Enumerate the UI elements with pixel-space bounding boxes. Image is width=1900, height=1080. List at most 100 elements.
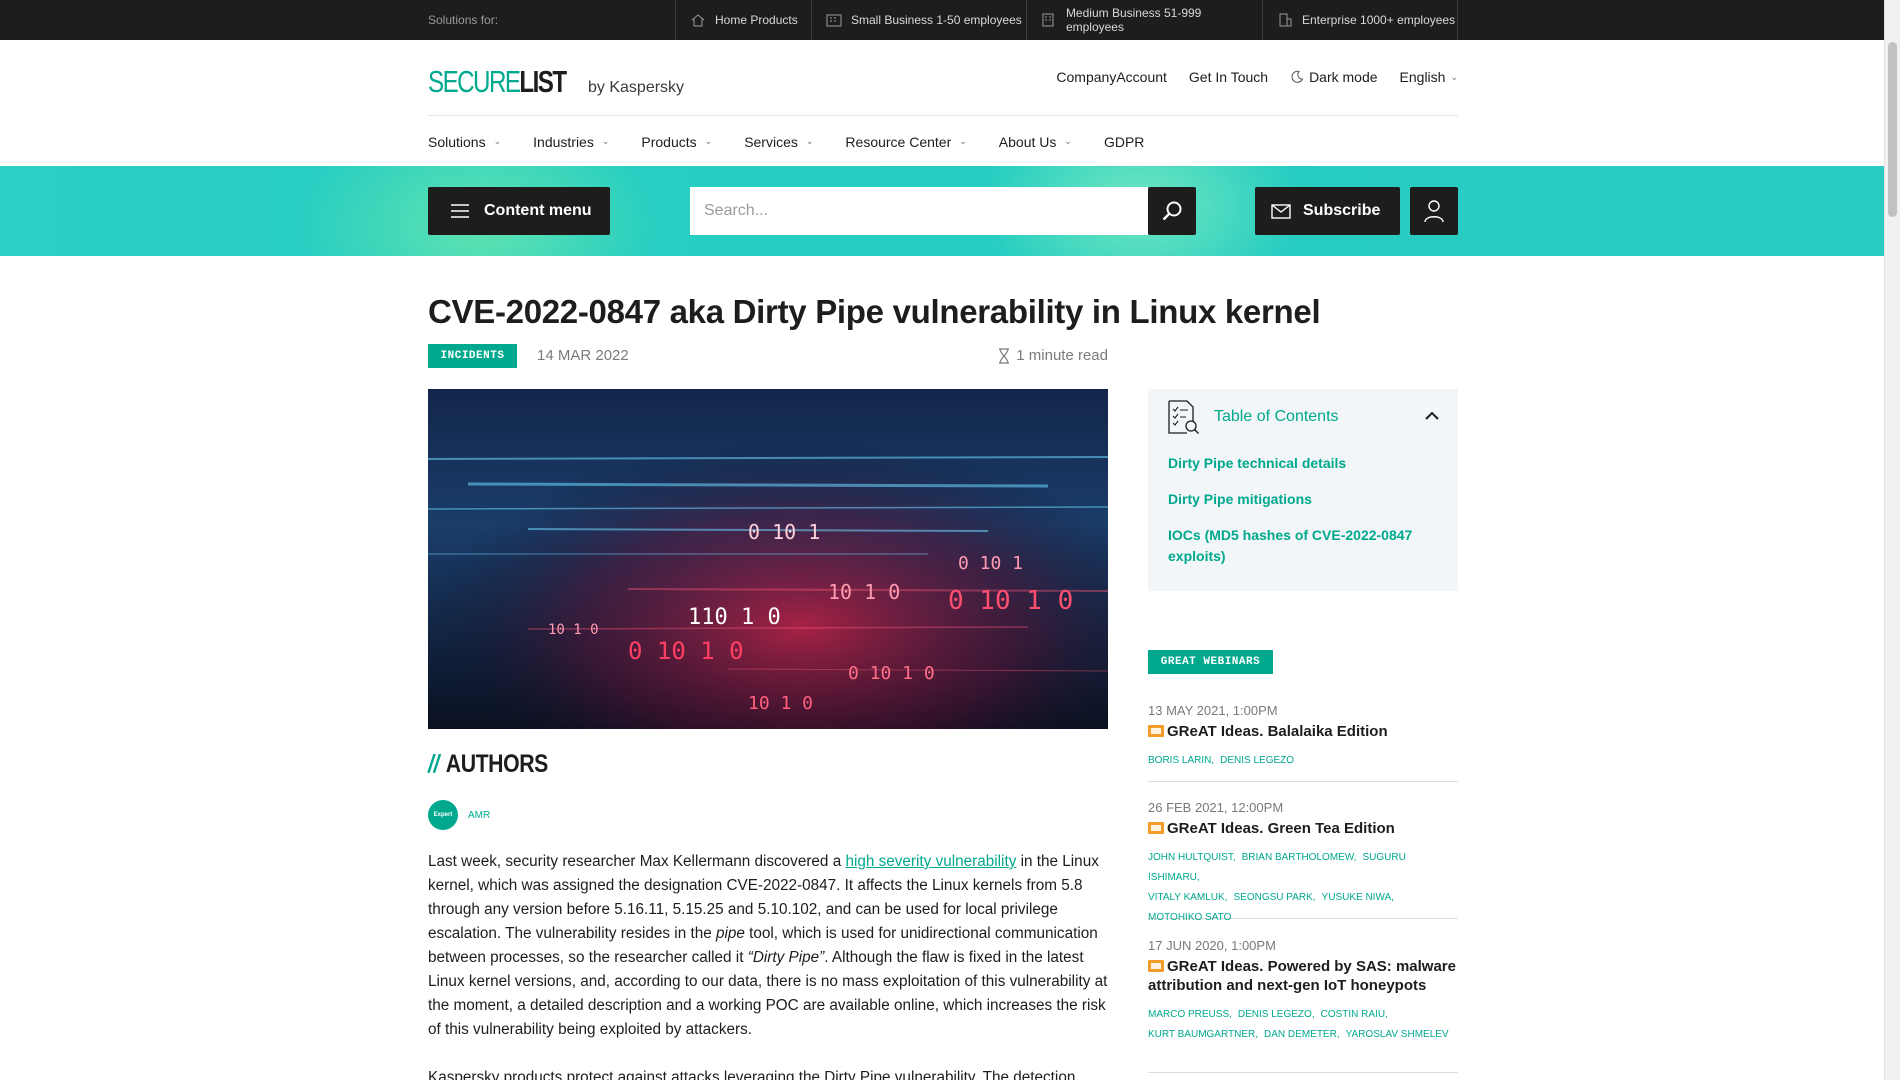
authors-slashes: // <box>428 750 439 778</box>
webinar-title[interactable]: GReAT Ideas. Powered by SAS: malware att… <box>1148 957 1458 995</box>
toc-item-iocs[interactable]: IOCs (MD5 hashes of CVE-2022-0847 exploi… <box>1168 525 1438 567</box>
video-icon <box>1148 725 1164 737</box>
chevron-up-icon[interactable] <box>1424 411 1440 421</box>
logo-by-kaspersky: by Kaspersky <box>588 79 685 96</box>
webinar-item: 17 JUN 2020, 1:00PM GReAT Ideas. Powered… <box>1148 938 1458 1073</box>
content-menu-button[interactable]: Content menu <box>428 187 610 235</box>
enterprise-icon <box>1279 13 1292 27</box>
article-paragraph: Kaspersky products protect against attac… <box>428 1069 1076 1080</box>
language-selector[interactable]: English ⌄ <box>1400 69 1458 85</box>
webinar-author[interactable]: MARCO PREUSS, <box>1148 1009 1232 1020</box>
webinar-author[interactable]: BRIAN BARTHOLOMEW, <box>1242 852 1357 863</box>
chevron-down-icon: ⌄ <box>1064 136 1072 146</box>
search-band: Content menu Subscribe <box>0 166 1884 256</box>
logo-wordmark: SECURELIST <box>428 64 567 99</box>
segment-home-products[interactable]: Home Products <box>675 0 811 40</box>
webinar-author[interactable]: SEONGSU PARK, <box>1233 892 1315 903</box>
nav-item-about-us[interactable]: About Us ⌄ <box>999 134 1072 150</box>
envelope-icon <box>1271 203 1291 219</box>
header-links: CompanyAccount Get In Touch Dark mode En… <box>1056 69 1458 85</box>
webinar-author[interactable]: JOHN HULTQUIST, <box>1148 852 1236 863</box>
nav-item-solutions[interactable]: Solutions ⌄ <box>428 134 501 150</box>
search-icon <box>1162 201 1182 221</box>
document-search-icon <box>1168 400 1200 435</box>
svg-text:0 10 1 0: 0 10 1 0 <box>948 586 1073 616</box>
toc-item-technical-details[interactable]: Dirty Pipe technical details <box>1168 453 1438 474</box>
svg-text:0 10 1: 0 10 1 <box>958 553 1023 574</box>
toc-header[interactable]: Table of Contents <box>1166 399 1339 435</box>
subscribe-label: Subscribe <box>1303 202 1381 219</box>
main-nav: Solutions ⌄ Industries ⌄ Products ⌄ Service… <box>428 117 1458 166</box>
dark-mode-toggle[interactable]: Dark mode <box>1290 69 1378 85</box>
nav-item-industries[interactable]: Industries ⌄ <box>533 134 609 150</box>
webinar-author[interactable]: DENIS LEGEZO, <box>1238 1009 1315 1020</box>
authors-heading-label: AUTHORS <box>445 750 549 778</box>
nav-item-gdpr[interactable]: GDPR <box>1104 134 1144 150</box>
chevron-down-icon: ⌄ <box>805 136 814 146</box>
webinar-date: 13 MAY 2021, 1:00PM <box>1148 703 1278 718</box>
read-time-label: 1 minute read <box>1016 347 1108 364</box>
article-hero-image: 0 10 1 10 1 0 0 10 1 0 110 1 0 10 1 0 0 … <box>428 389 1108 729</box>
get-in-touch-link[interactable]: Get In Touch <box>1189 69 1268 85</box>
high-severity-vulnerability-link[interactable]: high severity vulnerability <box>845 853 1016 870</box>
article-date: 14 MAR 2022 <box>537 347 629 364</box>
author-entry[interactable]: Expert AMR <box>428 800 490 830</box>
svg-text:110 1 0: 110 1 0 <box>688 605 781 630</box>
securelist-logo[interactable]: SECURELIST by Kaspersky <box>428 64 684 100</box>
dark-mode-label: Dark mode <box>1309 69 1378 85</box>
webinar-author[interactable]: KURT BAUMGARTNER, <box>1148 1029 1258 1040</box>
article-paragraph: Last week, security researcher Max Kelle… <box>428 853 1108 1038</box>
home-icon <box>691 14 705 27</box>
svg-text:10 1 0: 10 1 0 <box>828 580 900 604</box>
webinar-title[interactable]: GReAT Ideas. Green Tea Edition <box>1148 819 1458 838</box>
segment-enterprise[interactable]: Enterprise 1000+ employees <box>1262 0 1458 40</box>
search-button[interactable] <box>1148 187 1196 235</box>
webinar-author[interactable]: DENIS LEGEZO <box>1220 755 1294 766</box>
building-icon <box>826 14 842 27</box>
webinar-author[interactable]: COSTIN RAIU, <box>1321 1009 1388 1020</box>
svg-text:0 10 1 0: 0 10 1 0 <box>628 637 744 665</box>
authors-heading: // AUTHORS <box>428 750 548 779</box>
segment-label: Enterprise 1000+ employees <box>1302 13 1456 27</box>
chevron-down-icon: ⌄ <box>959 136 967 146</box>
webinar-author[interactable]: YUSUKE NIWA, <box>1322 892 1394 903</box>
svg-text:0 10 1: 0 10 1 <box>748 520 820 544</box>
segment-label: Small Business 1-50 employees <box>851 13 1022 27</box>
toc-title: Table of Contents <box>1214 408 1339 425</box>
site-header: SECURELIST by Kaspersky CompanyAccount G… <box>428 40 1458 116</box>
hamburger-icon <box>451 204 469 218</box>
webinar-author[interactable]: YAROSLAV SHMELEV <box>1346 1029 1449 1040</box>
webinar-author[interactable]: VITALY KAMLUK, <box>1148 892 1227 903</box>
article-title: CVE-2022-0847 aka Dirty Pipe vulnerabili… <box>428 293 1321 330</box>
content-menu-label: Content menu <box>484 202 592 219</box>
table-of-contents: Table of Contents Dirty Pipe technical d… <box>1148 389 1458 591</box>
nav-item-products[interactable]: Products ⌄ <box>641 134 712 150</box>
user-icon <box>1424 200 1444 223</box>
toc-item-mitigations[interactable]: Dirty Pipe mitigations <box>1168 489 1438 510</box>
segment-small-business[interactable]: Small Business 1-50 employees <box>811 0 1026 40</box>
hourglass-icon <box>999 347 1010 364</box>
webinar-author[interactable]: DAN DEMETER, <box>1264 1029 1340 1040</box>
webinar-item: 13 MAY 2021, 1:00PM GReAT Ideas. Balalai… <box>1148 703 1458 782</box>
search-input[interactable] <box>690 187 1148 235</box>
category-tag[interactable]: INCIDENTS <box>428 344 517 368</box>
segment-label: Home Products <box>715 13 798 27</box>
subscribe-button[interactable]: Subscribe <box>1255 187 1400 235</box>
webinar-author[interactable]: BORIS LARIN, <box>1148 755 1214 766</box>
great-webinars-tag[interactable]: GREAT WEBINARS <box>1148 650 1273 674</box>
chevron-down-icon: ⌄ <box>1450 71 1458 82</box>
svg-text:10 1 0: 10 1 0 <box>748 693 813 714</box>
chevron-down-icon: ⌄ <box>704 136 713 146</box>
nav-item-resource-center[interactable]: Resource Center ⌄ <box>845 134 966 150</box>
video-icon <box>1148 822 1164 834</box>
webinar-author[interactable]: MOTOHIKO SATO <box>1148 912 1231 923</box>
author-name[interactable]: AMR <box>468 810 490 821</box>
scrollbar-thumb[interactable] <box>1888 42 1897 217</box>
company-account-link[interactable]: CompanyAccount <box>1056 69 1167 85</box>
page-scrollbar[interactable] <box>1884 0 1900 1080</box>
webinar-title[interactable]: GReAT Ideas. Balalaika Edition <box>1148 722 1458 741</box>
segment-medium-business[interactable]: Medium Business 51-999 employees <box>1026 0 1262 40</box>
user-account-button[interactable] <box>1410 187 1458 235</box>
nav-item-services[interactable]: Services ⌄ <box>744 134 813 150</box>
building-icon <box>1042 13 1054 27</box>
